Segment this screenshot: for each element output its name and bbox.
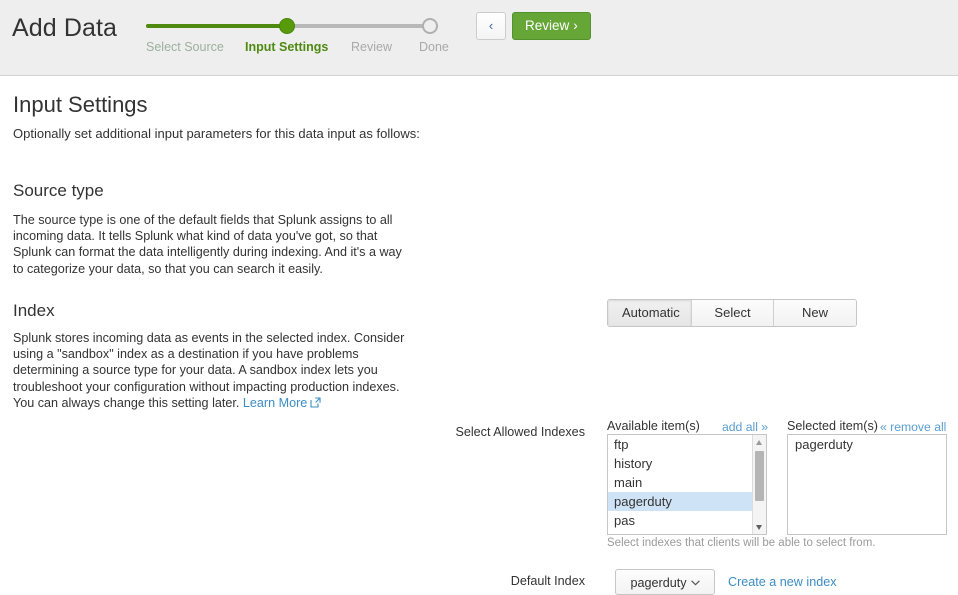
- create-new-index-link[interactable]: Create a new index: [728, 575, 837, 589]
- scroll-down-arrow-icon[interactable]: [753, 520, 766, 534]
- wizard-progress: Select Source Input Settings Review Done: [141, 16, 449, 64]
- wizard-labels: Select Source Input Settings Review Done: [141, 40, 449, 60]
- main-content: Input Settings Optionally set additional…: [0, 76, 958, 595]
- selected-items-header: Selected item(s): [787, 419, 878, 433]
- learn-more-link[interactable]: Learn More: [243, 396, 321, 410]
- chevron-left-icon: ‹: [488, 18, 494, 33]
- chevron-right-icon: ›: [573, 18, 578, 33]
- source-type-heading: Source type: [13, 181, 104, 200]
- allowed-indexes-help-text: Select indexes that clients will be able…: [607, 537, 876, 549]
- listbox-scrollbar[interactable]: [752, 435, 766, 534]
- wizard-step-input-settings[interactable]: Input Settings: [245, 40, 328, 54]
- wizard-step-done[interactable]: Done: [419, 40, 449, 54]
- app-title: Add Data: [12, 14, 118, 42]
- list-item-selected[interactable]: pagerduty: [608, 492, 754, 511]
- available-indexes-items: ftp history main pagerduty pas: [608, 435, 754, 530]
- source-type-option-automatic[interactable]: Automatic: [608, 300, 692, 326]
- review-button[interactable]: Review ›: [512, 12, 591, 40]
- wizard-step-select-source[interactable]: Select Source: [146, 40, 224, 54]
- page-subtitle: Optionally set additional input paramete…: [13, 126, 420, 141]
- selected-indexes-items: pagerduty: [788, 435, 934, 454]
- scroll-up-arrow-icon[interactable]: [753, 435, 766, 449]
- index-heading: Index: [13, 301, 55, 320]
- list-item[interactable]: pas: [608, 511, 754, 530]
- list-item[interactable]: main: [608, 473, 754, 492]
- wizard-dot-done[interactable]: [422, 18, 438, 34]
- list-item[interactable]: pagerduty: [788, 435, 946, 454]
- default-index-label: Default Index: [510, 574, 585, 588]
- page-title: Input Settings: [13, 92, 148, 117]
- default-index-dropdown[interactable]: pagerduty: [615, 569, 715, 595]
- wizard-step-review[interactable]: Review: [351, 40, 392, 54]
- wizard-track-fill: [146, 24, 293, 28]
- wizard-dot-current[interactable]: [279, 18, 295, 34]
- back-button[interactable]: ‹: [476, 12, 506, 40]
- selected-indexes-listbox[interactable]: pagerduty: [787, 434, 947, 535]
- app-header: Add Data Select Source Input Settings Re…: [0, 0, 958, 76]
- index-description: Splunk stores incoming data as events in…: [13, 330, 411, 412]
- add-all-link[interactable]: add all »: [722, 420, 768, 434]
- source-type-option-select[interactable]: Select: [692, 300, 774, 326]
- default-index-value: pagerduty: [630, 576, 687, 590]
- available-indexes-listbox[interactable]: ftp history main pagerduty pas: [607, 434, 767, 535]
- review-button-label: Review: [525, 18, 570, 33]
- available-items-header: Available item(s): [607, 419, 700, 433]
- remove-all-link[interactable]: « remove all: [880, 420, 946, 434]
- index-description-text: Splunk stores incoming data as events in…: [13, 331, 405, 410]
- source-type-option-new[interactable]: New: [774, 300, 856, 326]
- allowed-indexes-label: Select Allowed Indexes: [455, 425, 585, 439]
- source-type-button-group: Automatic Select New: [607, 299, 857, 327]
- chevron-down-icon: [690, 570, 700, 594]
- list-item[interactable]: history: [608, 454, 754, 473]
- external-link-icon: [310, 396, 321, 412]
- list-item[interactable]: ftp: [608, 435, 754, 454]
- source-type-description: The source type is one of the default fi…: [13, 213, 402, 276]
- learn-more-label: Learn More: [242, 395, 308, 410]
- scrollbar-thumb[interactable]: [755, 451, 764, 501]
